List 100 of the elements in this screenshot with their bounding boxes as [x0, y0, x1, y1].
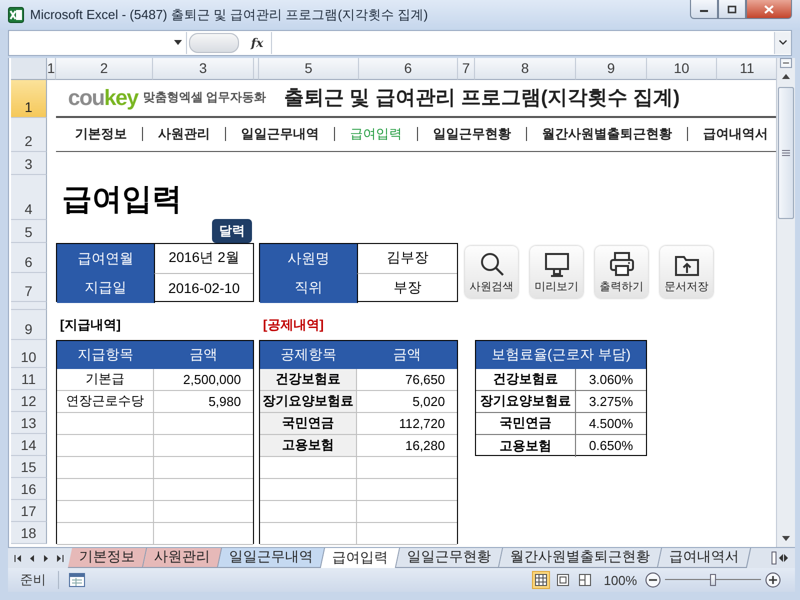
- triangle-up-icon: [782, 74, 790, 79]
- sheet-tab[interactable]: 사원관리: [142, 548, 222, 568]
- sheet-tab[interactable]: 급여입력: [320, 548, 400, 568]
- formula-divider-handle[interactable]: [189, 32, 239, 53]
- zoom-in-icon[interactable]: [765, 572, 781, 588]
- maximize-button[interactable]: [718, 0, 746, 19]
- row-header[interactable]: 4: [11, 174, 47, 220]
- row-header[interactable]: 7: [11, 272, 47, 302]
- sheet-tab[interactable]: 일일근무현황: [396, 548, 504, 568]
- column-header[interactable]: 10: [647, 58, 717, 80]
- column-heading: 금액: [154, 340, 253, 369]
- last-sheet-icon[interactable]: [56, 554, 64, 563]
- nav-link[interactable]: 월간사원별출퇴근현황: [526, 127, 687, 142]
- field-label: 지급일: [57, 274, 154, 303]
- empty-cell[interactable]: [57, 434, 154, 457]
- restore-icon: [727, 4, 737, 14]
- empty-cell[interactable]: [57, 478, 154, 501]
- minimize-button[interactable]: [690, 0, 718, 19]
- nav-link[interactable]: 기본정보: [60, 127, 142, 142]
- table-cell: 장기요양보험료: [476, 390, 576, 413]
- table-cell: 고용보험: [476, 434, 576, 457]
- page-layout-icon: [556, 574, 569, 586]
- row-header[interactable]: 14: [11, 434, 47, 456]
- empty-cell[interactable]: [57, 456, 154, 479]
- column-heading: 보험료율(근로자 부담): [476, 340, 646, 369]
- nav-link[interactable]: 사원관리: [142, 127, 225, 142]
- tab-split-handle-icon[interactable]: [771, 551, 791, 566]
- search-button[interactable]: 사원검색: [465, 246, 518, 298]
- row-header[interactable]: 15: [11, 456, 47, 478]
- table-cell: 3.275%: [576, 390, 646, 413]
- close-button[interactable]: [746, 0, 792, 19]
- empty-cell[interactable]: [260, 478, 357, 501]
- row-header[interactable]: 9: [11, 310, 47, 340]
- sheet-tab[interactable]: 급여내역서: [658, 548, 752, 568]
- column-header[interactable]: 2: [56, 58, 153, 80]
- row-header[interactable]: 1: [11, 80, 47, 118]
- column-header[interactable]: 5: [259, 58, 359, 80]
- empty-cell[interactable]: [260, 522, 357, 545]
- empty-cell[interactable]: [260, 500, 357, 523]
- table-cell: 2,500,000: [154, 368, 253, 391]
- first-sheet-icon[interactable]: [14, 554, 22, 563]
- sheet-title: 출퇴근 및 급여관리 프로그램(지각횟수 집계): [284, 86, 680, 112]
- column-header[interactable]: 1: [47, 58, 56, 80]
- split-handle-icon[interactable]: [780, 58, 792, 68]
- field-value[interactable]: 부장: [357, 274, 457, 303]
- triangle-down-icon: [782, 536, 790, 542]
- nav-link[interactable]: 일일근무내역: [225, 127, 334, 142]
- field-label: 직위: [260, 274, 357, 303]
- macro-record-icon[interactable]: [69, 573, 85, 588]
- column-heading: 금액: [357, 340, 457, 369]
- expand-formula-button[interactable]: [774, 32, 791, 54]
- column-header[interactable]: 3: [153, 58, 254, 80]
- calendar-button[interactable]: 달력: [212, 218, 252, 243]
- column-header[interactable]: 9: [576, 58, 647, 80]
- preview-button[interactable]: 미리보기: [530, 246, 583, 298]
- row-header[interactable]: 5: [11, 220, 47, 243]
- table-cell: 연장근로수당: [57, 390, 154, 413]
- select-all-corner[interactable]: [11, 58, 47, 80]
- nav-link[interactable]: 일일근무현황: [417, 127, 526, 142]
- insert-function-button[interactable]: fx: [251, 36, 264, 50]
- row-header[interactable]: 17: [11, 500, 47, 522]
- chevron-down-icon: [779, 40, 787, 46]
- column-header[interactable]: 7: [458, 58, 475, 80]
- row-header[interactable]: 6: [11, 242, 47, 273]
- column-header[interactable]: 8: [475, 58, 576, 80]
- nav-link[interactable]: 급여입력: [334, 127, 417, 142]
- next-sheet-icon[interactable]: [42, 554, 50, 563]
- row-header[interactable]: 13: [11, 412, 47, 434]
- zoom-level[interactable]: 100%: [604, 572, 637, 588]
- zoom-slider-thumb[interactable]: [710, 574, 716, 586]
- row-header[interactable]: 11: [11, 368, 47, 390]
- print-button[interactable]: 출력하기: [595, 246, 648, 298]
- row-header[interactable]: 18: [11, 522, 47, 544]
- normal-view-button[interactable]: [532, 571, 550, 590]
- column-header[interactable]: 6: [359, 58, 458, 80]
- row-header[interactable]: 16: [11, 478, 47, 500]
- row-header[interactable]: 2: [11, 118, 47, 152]
- zoom-out-icon[interactable]: [645, 572, 661, 588]
- table-cell: 16,280: [357, 434, 457, 457]
- row-header[interactable]: 3: [11, 152, 47, 175]
- scrollbar-thumb[interactable]: [778, 86, 794, 219]
- row-header[interactable]: 12: [11, 390, 47, 412]
- column-header[interactable]: [254, 58, 259, 80]
- empty-cell[interactable]: [57, 412, 154, 435]
- field-value[interactable]: 김부장: [357, 244, 457, 274]
- close-icon: [764, 4, 774, 14]
- field-value[interactable]: 2016년 2월: [154, 244, 253, 274]
- column-header[interactable]: 11: [717, 58, 776, 80]
- empty-cell[interactable]: [260, 456, 357, 479]
- field-value[interactable]: 2016-02-10: [154, 274, 253, 303]
- table-cell: 건강보험료: [476, 368, 576, 391]
- sheet-tab[interactable]: 기본정보: [68, 548, 148, 568]
- empty-cell[interactable]: [57, 522, 154, 545]
- sheet-tab[interactable]: 월간사원별출퇴근현황: [498, 548, 662, 568]
- save-button[interactable]: 문서저장: [660, 246, 713, 298]
- empty-cell[interactable]: [57, 500, 154, 523]
- previous-sheet-icon[interactable]: [28, 554, 36, 563]
- normal-view-icon: [534, 574, 547, 586]
- row-header[interactable]: 10: [11, 340, 47, 368]
- sheet-tab[interactable]: 일일근무내역: [218, 548, 326, 568]
